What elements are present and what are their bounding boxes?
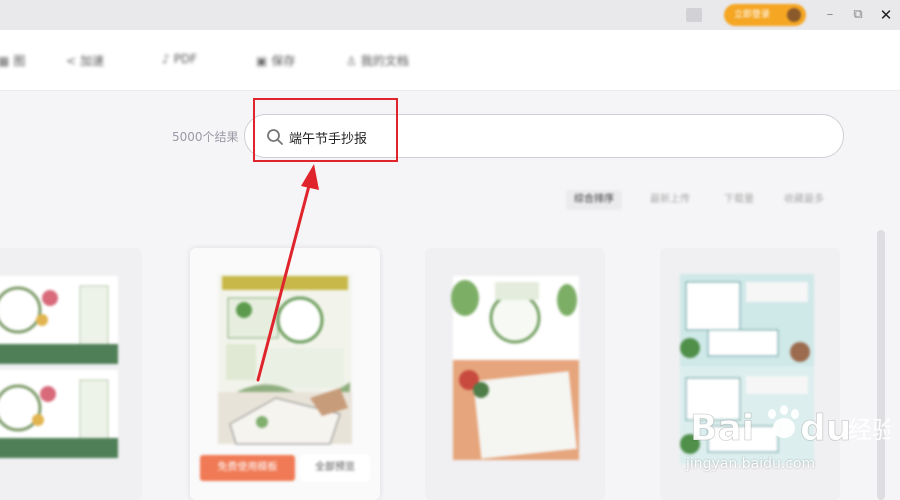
watermark-url: jingyan.baidu.com [686, 456, 816, 472]
svg-text:经验: 经验 [848, 416, 890, 444]
svg-text:Bai: Bai [690, 408, 754, 449]
baidu-watermark: Bai du 经验 jingyan.baidu.com [686, 400, 896, 480]
svg-text:du: du [800, 408, 851, 449]
baidu-logo: Bai du 经验 [690, 405, 890, 449]
